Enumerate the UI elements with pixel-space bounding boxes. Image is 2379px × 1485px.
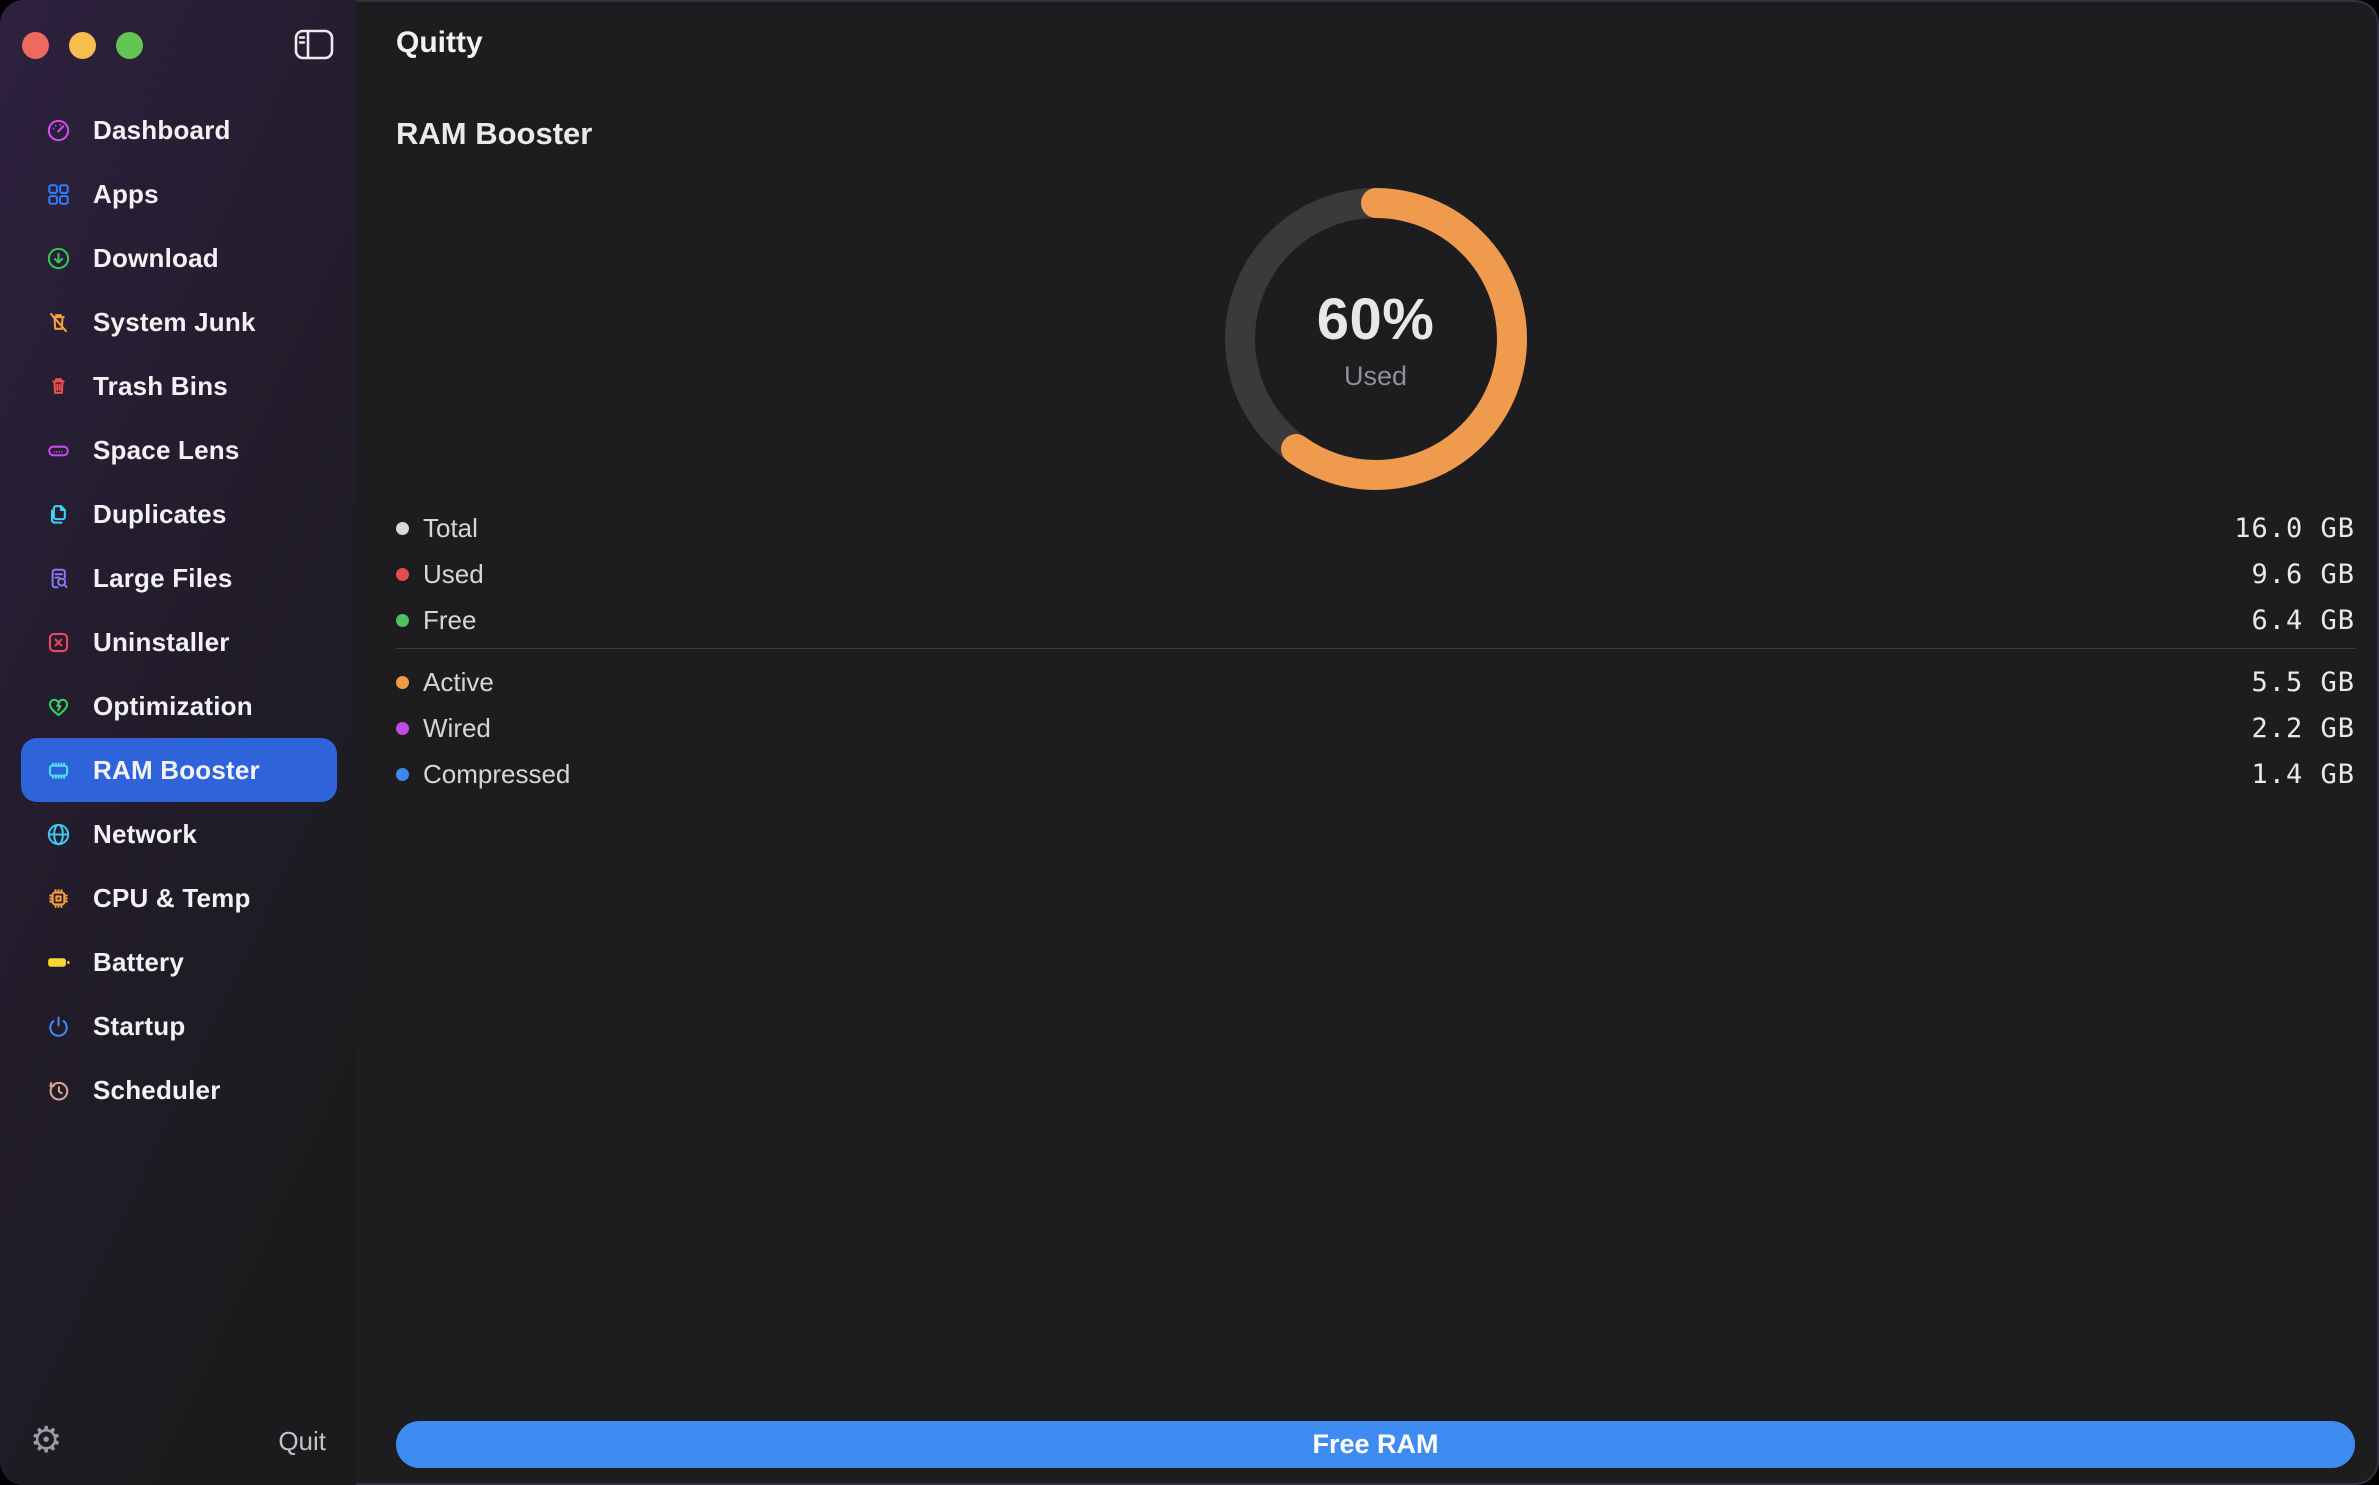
nav-item-label: Apps bbox=[93, 179, 159, 210]
main-content: Quitty RAM Booster 60% Used Total 16.0 G… bbox=[356, 0, 2379, 1485]
stat-value: 5.5 GB bbox=[2251, 667, 2355, 698]
nav-item-scheduler[interactable]: Scheduler bbox=[21, 1058, 337, 1122]
stat-dot bbox=[396, 614, 409, 627]
sidebar-nav: Dashboard Apps Download System Junk bbox=[0, 98, 356, 1122]
globe-icon bbox=[45, 821, 72, 848]
grid-icon bbox=[45, 181, 72, 208]
nav-item-label: Trash Bins bbox=[93, 371, 228, 402]
clock-history-icon bbox=[45, 1077, 72, 1104]
nav-item-label: Dashboard bbox=[93, 115, 231, 146]
stat-label: Compressed bbox=[423, 759, 570, 790]
app-window: Dashboard Apps Download System Junk bbox=[0, 0, 2379, 1485]
stat-value: 16.0 GB bbox=[2234, 513, 2355, 544]
stat-dot bbox=[396, 568, 409, 581]
stat-dot bbox=[396, 522, 409, 535]
nav-item-apps[interactable]: Apps bbox=[21, 162, 337, 226]
minimize-window-button[interactable] bbox=[69, 32, 96, 59]
stat-row-free: Free 6.4 GB bbox=[396, 597, 2355, 643]
nav-item-dashboard[interactable]: Dashboard bbox=[21, 98, 337, 162]
flex-spacer bbox=[396, 797, 2355, 1421]
cpu-icon bbox=[45, 885, 72, 912]
trash-slash-icon bbox=[45, 309, 72, 336]
stat-dot bbox=[396, 722, 409, 735]
gauge-percent: 60% bbox=[1317, 286, 1435, 353]
nav-item-ram-booster[interactable]: RAM Booster bbox=[21, 738, 337, 802]
sidebar-footer: ⚙ Quit bbox=[0, 1423, 356, 1485]
nav-item-label: Download bbox=[93, 243, 219, 274]
sidebar: Dashboard Apps Download System Junk bbox=[0, 0, 356, 1485]
stats-divider bbox=[396, 648, 2355, 649]
memory-chip-icon bbox=[45, 757, 72, 784]
battery-icon bbox=[45, 949, 72, 976]
download-circle-icon bbox=[45, 245, 72, 272]
stat-label: Used bbox=[423, 559, 484, 590]
nav-item-optimization[interactable]: Optimization bbox=[21, 674, 337, 738]
nav-item-label: Battery bbox=[93, 947, 184, 978]
nav-item-system-junk[interactable]: System Junk bbox=[21, 290, 337, 354]
page-title: RAM Booster bbox=[396, 116, 2355, 152]
nav-item-label: Startup bbox=[93, 1011, 185, 1042]
stat-dot bbox=[396, 676, 409, 689]
nav-item-startup[interactable]: Startup bbox=[21, 994, 337, 1058]
close-window-button[interactable] bbox=[22, 32, 49, 59]
nav-item-cpu-temp[interactable]: CPU & Temp bbox=[21, 866, 337, 930]
gauge-sublabel: Used bbox=[1344, 361, 1407, 392]
document-search-icon bbox=[45, 565, 72, 592]
gear-icon: ⚙ bbox=[30, 1420, 62, 1461]
nav-item-download[interactable]: Download bbox=[21, 226, 337, 290]
stat-row-used: Used 9.6 GB bbox=[396, 551, 2355, 597]
stat-value: 1.4 GB bbox=[2251, 759, 2355, 790]
nav-item-duplicates[interactable]: Duplicates bbox=[21, 482, 337, 546]
stat-label: Free bbox=[423, 605, 476, 636]
nav-item-label: Uninstaller bbox=[93, 627, 230, 658]
nav-item-label: Space Lens bbox=[93, 435, 240, 466]
nav-item-large-files[interactable]: Large Files bbox=[21, 546, 337, 610]
sidebar-toggle-icon bbox=[294, 29, 334, 63]
quit-button[interactable]: Quit bbox=[278, 1426, 326, 1457]
nav-item-label: Scheduler bbox=[93, 1075, 221, 1106]
nav-item-label: RAM Booster bbox=[93, 755, 260, 786]
stat-label: Active bbox=[423, 667, 494, 698]
nav-item-label: Optimization bbox=[93, 691, 253, 722]
power-icon bbox=[45, 1013, 72, 1040]
heart-bolt-icon bbox=[45, 693, 72, 720]
stat-row-active: Active 5.5 GB bbox=[396, 659, 2355, 705]
stat-value: 9.6 GB bbox=[2251, 559, 2355, 590]
stat-value: 2.2 GB bbox=[2251, 713, 2355, 744]
drive-icon bbox=[45, 437, 72, 464]
x-square-icon bbox=[45, 629, 72, 656]
copy-icon bbox=[45, 501, 72, 528]
stat-dot bbox=[396, 768, 409, 781]
stat-value: 6.4 GB bbox=[2251, 605, 2355, 636]
zoom-window-button[interactable] bbox=[116, 32, 143, 59]
nav-item-battery[interactable]: Battery bbox=[21, 930, 337, 994]
nav-item-label: CPU & Temp bbox=[93, 883, 251, 914]
nav-item-network[interactable]: Network bbox=[21, 802, 337, 866]
stat-label: Total bbox=[423, 513, 478, 544]
nav-item-label: Large Files bbox=[93, 563, 232, 594]
traffic-lights bbox=[22, 32, 143, 59]
trash-icon bbox=[45, 373, 72, 400]
nav-item-label: Duplicates bbox=[93, 499, 227, 530]
stat-row-wired: Wired 2.2 GB bbox=[396, 705, 2355, 751]
settings-gear-button[interactable]: ⚙ bbox=[30, 1423, 62, 1459]
stat-row-compressed: Compressed 1.4 GB bbox=[396, 751, 2355, 797]
free-ram-button[interactable]: Free RAM bbox=[396, 1421, 2355, 1468]
app-title: Quitty bbox=[396, 26, 2355, 60]
stat-row-total: Total 16.0 GB bbox=[396, 505, 2355, 551]
memory-stats-list: Total 16.0 GB Used 9.6 GB Free 6.4 GB Ac… bbox=[396, 505, 2355, 797]
nav-item-trash-bins[interactable]: Trash Bins bbox=[21, 354, 337, 418]
nav-item-uninstaller[interactable]: Uninstaller bbox=[21, 610, 337, 674]
nav-item-label: System Junk bbox=[93, 307, 256, 338]
ram-usage-gauge: 60% Used bbox=[1225, 188, 1527, 490]
stat-label: Wired bbox=[423, 713, 491, 744]
nav-item-space-lens[interactable]: Space Lens bbox=[21, 418, 337, 482]
sidebar-toggle-button[interactable] bbox=[292, 28, 336, 64]
gauge-icon bbox=[45, 117, 72, 144]
gauge-center-labels: 60% Used bbox=[1225, 188, 1527, 490]
nav-item-label: Network bbox=[93, 819, 197, 850]
